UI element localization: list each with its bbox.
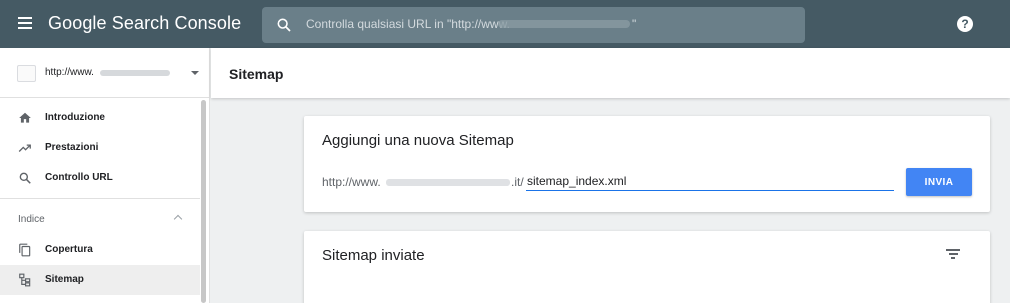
property-url: http://www.: [45, 67, 94, 78]
sidebar-item-label: Copertura: [45, 244, 93, 255]
menu-icon[interactable]: [18, 17, 32, 29]
sidebar: http://www. Introduzione Prestazioni Con…: [0, 48, 210, 303]
sidebar-item-sitemap[interactable]: Sitemap: [0, 265, 200, 295]
sidebar-item-label: Introduzione: [45, 112, 105, 123]
sidebar-scrollbar[interactable]: [201, 100, 206, 303]
search-icon: [277, 18, 291, 32]
sidebar-divider: [0, 198, 200, 199]
page-title: Sitemap: [229, 66, 284, 82]
card-title: Sitemap inviate: [322, 247, 425, 264]
sitemap-url-suffix: .it/: [511, 175, 524, 189]
search-placeholder-end: ": [632, 17, 637, 31]
redacted-domain: [100, 70, 170, 76]
help-icon[interactable]: ?: [957, 16, 973, 32]
chevron-up-icon[interactable]: [173, 214, 183, 224]
sidebar-item-label: Prestazioni: [45, 142, 99, 153]
trending-up-icon: [18, 144, 31, 152]
section-header-indice[interactable]: Indice: [18, 214, 45, 225]
redacted-domain: [386, 179, 510, 186]
search-placeholder: Controlla qualsiasi URL in "http://www.: [306, 17, 510, 31]
sidebar-item-label: Sitemap: [45, 274, 84, 285]
search-icon: [19, 172, 31, 184]
sitemap-url-prefix: http://www.: [322, 175, 381, 189]
submitted-sitemaps-card: Sitemap inviate: [304, 231, 990, 303]
add-sitemap-card: Aggiungi una nuova Sitemap http://www. .…: [304, 116, 990, 212]
sidebar-item-controllo-url[interactable]: Controllo URL: [0, 163, 200, 193]
sitemap-icon: [19, 273, 31, 287]
redacted-domain: [498, 20, 630, 28]
copy-icon: [19, 243, 31, 257]
chevron-down-icon: [191, 71, 199, 75]
sidebar-item-copertura[interactable]: Copertura: [0, 235, 200, 265]
filter-icon[interactable]: [946, 249, 960, 259]
app-title[interactable]: Google Search Console: [48, 13, 241, 34]
card-title: Aggiungi una nuova Sitemap: [322, 132, 514, 149]
home-icon: [19, 112, 31, 123]
page-header: Sitemap: [211, 48, 1010, 98]
property-selector[interactable]: http://www.: [0, 48, 210, 98]
top-bar: Google Search Console Controlla qualsias…: [0, 0, 1010, 48]
sidebar-item-prestazioni[interactable]: Prestazioni: [0, 133, 200, 163]
property-favicon: [17, 65, 36, 82]
sidebar-item-label: Controllo URL: [45, 172, 113, 183]
sidebar-item-introduzione[interactable]: Introduzione: [0, 103, 200, 133]
sitemap-url-input[interactable]: [526, 171, 894, 191]
url-inspection-search[interactable]: Controlla qualsiasi URL in "http://www. …: [262, 7, 805, 43]
submit-sitemap-button[interactable]: INVIA: [906, 168, 972, 196]
